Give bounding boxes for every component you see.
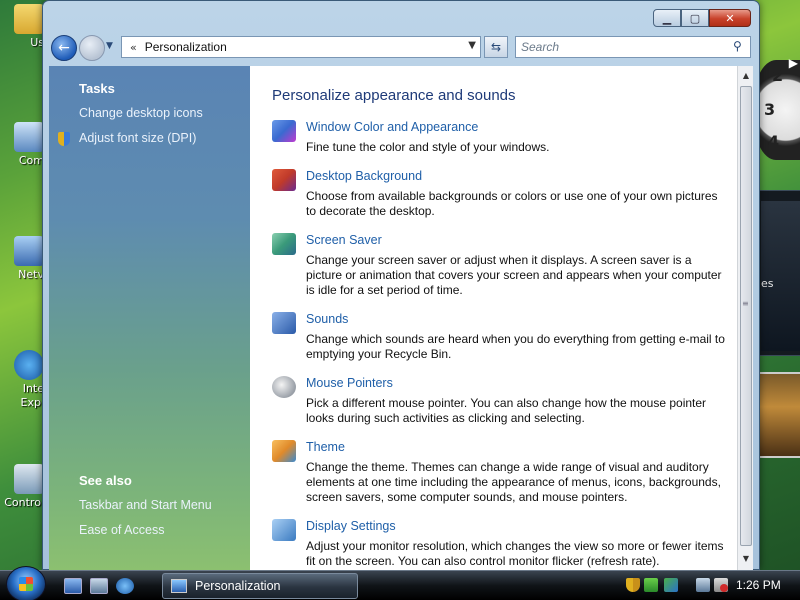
theme-link[interactable]: Theme	[306, 440, 345, 454]
search-input[interactable]	[515, 36, 751, 58]
scroll-up-icon[interactable]: ▲	[738, 68, 754, 84]
address-dropdown-icon[interactable]: ▼	[468, 40, 476, 51]
item-description: Fine tune the color and style of your wi…	[306, 140, 550, 154]
screen-saver-icon	[272, 233, 296, 255]
minimize-button[interactable]: ▁	[653, 9, 681, 27]
task-adjust-font-size[interactable]: Adjust font size (DPI)	[79, 131, 196, 145]
screen-saver-link[interactable]: Screen Saver	[306, 233, 382, 247]
folder-icon	[14, 4, 44, 34]
computer-icon	[14, 122, 44, 152]
personalization-app-icon	[171, 579, 187, 593]
control-panel-icon	[14, 464, 44, 494]
clock-gadget-number: 3	[764, 100, 776, 119]
display-settings-link[interactable]: Display Settings	[306, 519, 396, 533]
personalization-window: ▁ ▢ ✕ ← ▼ « Personalization ▼ ⇆ ⚲ Tasks …	[42, 0, 760, 571]
sidebar-tray-icon[interactable]	[664, 578, 678, 592]
mouse-pointers-icon	[272, 376, 296, 398]
desktop-icon-internet-explorer[interactable]: Inte Expl	[0, 350, 44, 410]
photo-gadget[interactable]	[758, 372, 800, 458]
item-description: Adjust your monitor resolution, which ch…	[306, 539, 724, 568]
uac-shield-icon	[58, 132, 70, 146]
window-color-icon	[272, 120, 296, 142]
recent-pages-dropdown-icon[interactable]: ▼	[106, 41, 113, 51]
slideshow-image	[761, 201, 800, 351]
start-button[interactable]	[6, 566, 46, 600]
desktop-background-icon	[272, 169, 296, 191]
scroll-down-icon[interactable]: ▼	[738, 551, 754, 567]
mouse-pointers-link[interactable]: Mouse Pointers	[306, 376, 393, 390]
address-bar[interactable]: « Personalization ▼	[121, 36, 481, 58]
sounds-icon	[272, 312, 296, 334]
desktop-background-link[interactable]: Desktop Background	[306, 169, 422, 183]
show-desktop-icon[interactable]	[64, 578, 82, 594]
breadcrumb-chevron-icon[interactable]: «	[130, 41, 137, 54]
see-also-heading: See also	[79, 473, 132, 488]
refresh-icon: ⇆	[490, 40, 502, 54]
forward-button[interactable]	[79, 35, 105, 61]
titlebar-buttons: ▁ ▢ ✕	[653, 9, 751, 27]
see-also-taskbar-start-menu[interactable]: Taskbar and Start Menu	[79, 498, 212, 512]
taskbar-button-label: Personalization	[195, 579, 281, 593]
desktop-icon-network[interactable]: Netv	[0, 236, 44, 281]
back-arrow-icon: ←	[58, 40, 70, 56]
item-description: Choose from available backgrounds or col…	[306, 189, 718, 218]
window-color-appearance-link[interactable]: Window Color and Appearance	[306, 120, 478, 134]
internet-explorer-quicklaunch-icon[interactable]	[116, 578, 134, 594]
switch-windows-icon[interactable]	[90, 578, 108, 594]
slideshow-gadget[interactable]: es	[756, 190, 800, 356]
clock-gadget-number: 4	[768, 132, 780, 151]
clock-gadget-number: 2	[772, 66, 784, 85]
desktop-icon-user-folder[interactable]: Us	[0, 4, 44, 49]
network-status-icon[interactable]	[696, 578, 710, 592]
search-icon[interactable]: ⚲	[733, 39, 742, 53]
windows-defender-icon[interactable]	[644, 578, 658, 592]
desktop-icon-label: Netv	[18, 268, 44, 281]
gadget-text: es	[761, 277, 774, 290]
taskbar-button-personalization[interactable]: Personalization	[162, 573, 358, 599]
desktop-icon-label: Control	[4, 496, 44, 509]
item-description: Change which sounds are heard when you d…	[306, 332, 725, 361]
item-description: Change your screen saver or adjust when …	[306, 253, 722, 297]
desktop-icon-label: Us	[30, 36, 44, 49]
refresh-button[interactable]: ⇆	[484, 36, 508, 58]
maximize-button[interactable]: ▢	[681, 9, 709, 27]
tasks-heading: Tasks	[79, 81, 115, 96]
content-scrollbar[interactable]: ▲ ≡ ▼	[737, 66, 753, 571]
network-icon	[14, 236, 44, 266]
security-shield-icon[interactable]	[626, 578, 640, 592]
desktop-icon-label: Inte Expl	[20, 382, 45, 409]
taskbar-clock[interactable]: 1:26 PM	[736, 578, 781, 592]
task-pane: Tasks Change desktop icons Adjust font s…	[49, 66, 250, 571]
desktop-icon-label: Com	[18, 154, 44, 167]
sidebar-arrow-icon[interactable]: ▶	[789, 56, 798, 70]
error-badge-icon	[720, 584, 728, 592]
desktop-icon-computer[interactable]: Com	[0, 122, 44, 167]
scrollbar-grip-icon: ≡	[742, 299, 749, 308]
see-also-ease-of-access[interactable]: Ease of Access	[79, 523, 164, 537]
sounds-link[interactable]: Sounds	[306, 312, 348, 326]
breadcrumb-personalization[interactable]: Personalization	[145, 40, 227, 54]
theme-icon	[272, 440, 296, 462]
scrollbar-thumb[interactable]	[740, 86, 752, 546]
display-settings-icon	[272, 519, 296, 541]
item-description: Change the theme. Themes can change a wi…	[306, 460, 721, 504]
back-button[interactable]: ←	[51, 35, 77, 61]
item-description: Pick a different mouse pointer. You can …	[306, 396, 707, 425]
internet-explorer-icon	[14, 350, 44, 380]
task-change-desktop-icons[interactable]: Change desktop icons	[79, 106, 203, 120]
page-title: Personalize appearance and sounds	[272, 87, 516, 104]
close-button[interactable]: ✕	[709, 9, 751, 27]
content-pane: Personalize appearance and sounds Window…	[250, 66, 737, 571]
desktop-icon-control-panel[interactable]: Control	[0, 464, 44, 509]
